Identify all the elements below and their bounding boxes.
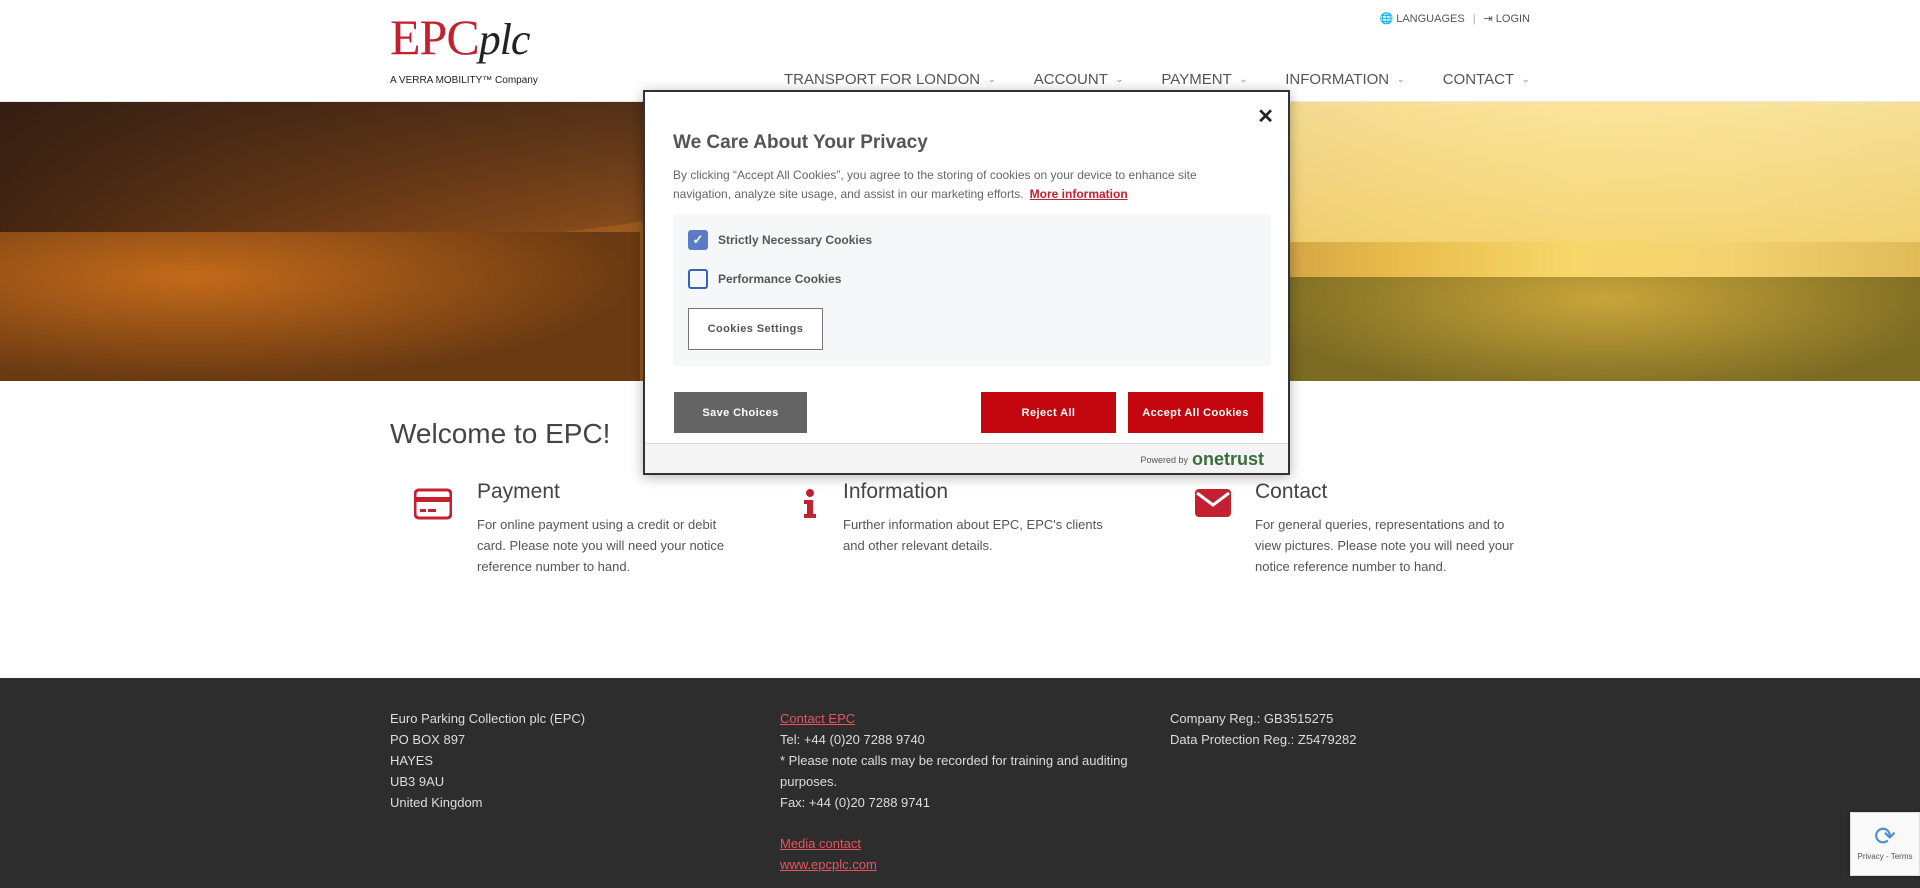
nav-account[interactable]: ACCOUNT ⌄ <box>1034 71 1124 88</box>
powered-by-text: Powered by <box>1140 454 1188 465</box>
address-line: Euro Parking Collection plc (EPC) <box>390 711 586 726</box>
hero-shrubs-left <box>0 232 640 381</box>
chevron-down-icon: ⌄ <box>1522 74 1530 84</box>
chevron-down-icon: ⌄ <box>1115 74 1124 84</box>
address-line: UB3 9AU <box>390 774 445 789</box>
envelope-icon <box>1194 488 1234 524</box>
info-icon <box>800 488 840 524</box>
pref-label: Performance Cookies <box>718 272 842 286</box>
cookies-settings-button[interactable]: Cookies Settings <box>688 308 823 350</box>
save-choices-button[interactable]: Save Choices <box>674 392 807 433</box>
feature-title[interactable]: Payment <box>477 480 560 504</box>
feature-title[interactable]: Information <box>843 480 948 504</box>
reject-all-button[interactable]: Reject All <box>981 392 1116 433</box>
languages-label: LANGUAGES <box>1396 13 1465 25</box>
nav-information[interactable]: INFORMATION ⌄ <box>1285 71 1404 88</box>
nav-label: INFORMATION <box>1285 71 1390 88</box>
logo-subtitle: A VERRA MOBILITY™ Company <box>390 75 538 86</box>
powered-by-bar: Powered by onetrust <box>645 443 1288 473</box>
nav-label: TRANSPORT FOR LONDON <box>784 71 981 88</box>
address-line: HAYES <box>390 753 434 768</box>
contact-epc-link[interactable]: Contact EPC <box>780 711 855 726</box>
pref-performance[interactable]: Performance Cookies <box>688 269 841 289</box>
modal-title: We Care About Your Privacy <box>673 132 928 153</box>
checkbox-unchecked[interactable] <box>688 269 708 289</box>
nav-payment[interactable]: PAYMENT ⌄ <box>1161 71 1247 88</box>
languages-link[interactable]: 🌐 LANGUAGES <box>1380 12 1465 25</box>
epc-logo[interactable]: EPCplc A VERRA MOBILITY™ Company <box>390 12 560 86</box>
more-information-link[interactable]: More information <box>1030 187 1128 201</box>
website-link[interactable]: www.epcplc.com <box>780 857 877 872</box>
address-line: United Kingdom <box>390 795 483 810</box>
site-footer: Euro Parking Collection plc (EPC) PO BOX… <box>0 678 1920 888</box>
nav-contact[interactable]: CONTACT ⌄ <box>1443 71 1530 88</box>
nav-label: ACCOUNT <box>1033 71 1108 88</box>
credit-card-icon <box>413 488 454 524</box>
hero-shrubs-right <box>1290 277 1920 381</box>
hero-sky <box>1200 102 1920 242</box>
checkbox-checked[interactable]: ✓ <box>688 230 708 250</box>
login-label: LOGIN <box>1495 13 1530 25</box>
tel-text: Tel: +44 (0)20 7288 9740 <box>780 732 925 747</box>
pref-strictly-necessary[interactable]: ✓ Strictly Necessary Cookies <box>688 230 872 250</box>
footer-registration: Company Reg.: GB3515275 Data Protection … <box>1170 708 1356 750</box>
separator: | <box>1472 12 1476 25</box>
recaptcha-text[interactable]: Privacy - Terms <box>1851 852 1919 861</box>
globe-icon: 🌐 <box>1379 13 1394 25</box>
nav-label: PAYMENT <box>1161 71 1232 88</box>
pref-label: Strictly Necessary Cookies <box>718 233 873 247</box>
sign-in-icon: ⇥ <box>1483 13 1493 25</box>
data-protection-reg: Data Protection Reg.: Z5479282 <box>1170 732 1357 747</box>
footer-address: Euro Parking Collection plc (EPC) PO BOX… <box>390 708 585 813</box>
chevron-down-icon: ⌄ <box>1397 74 1405 84</box>
feature-title[interactable]: Contact <box>1255 480 1327 504</box>
chevron-down-icon: ⌄ <box>1239 74 1248 84</box>
feature-text: Further information about EPC, EPC's cli… <box>843 517 1103 553</box>
close-icon[interactable]: ✕ <box>1257 104 1274 129</box>
recaptcha-badge[interactable]: ⟳ Privacy - Terms <box>1850 812 1920 876</box>
logo-main-text: EPC <box>390 9 480 65</box>
cookie-preferences: ✓ Strictly Necessary Cookies Performance… <box>673 214 1271 366</box>
main-nav: TRANSPORT FOR LONDON ⌄ ACCOUNT ⌄ PAYMENT ⌄ … <box>784 71 1568 88</box>
nav-transport-for-london[interactable]: TRANSPORT FOR LONDON ⌄ <box>784 71 996 88</box>
powered-by[interactable]: Powered by onetrust <box>1140 449 1264 470</box>
media-contact-link[interactable]: Media contact <box>780 836 861 851</box>
top-links: 🌐 LANGUAGES | ⇥ LOGIN <box>1380 12 1530 26</box>
accept-all-cookies-button[interactable]: Accept All Cookies <box>1128 392 1263 433</box>
recording-note: * Please note calls may be recorded for … <box>780 753 1128 789</box>
site-header: EPCplc A VERRA MOBILITY™ Company 🌐 LANGUA… <box>0 0 1920 102</box>
chevron-down-icon: ⌄ <box>988 74 996 84</box>
welcome-heading: Welcome to EPC! <box>390 418 611 449</box>
feature-text: For general queries, representations and… <box>1255 517 1514 574</box>
nav-label: CONTACT <box>1442 71 1515 88</box>
feature-text: For online payment using a credit or deb… <box>477 517 725 574</box>
modal-description: By clicking “Accept All Cookies”, you ag… <box>673 166 1243 204</box>
login-link[interactable]: ⇥ LOGIN <box>1484 12 1530 25</box>
logo-plc-text: plc <box>478 15 531 64</box>
privacy-modal: ✕ We Care About Your Privacy By clicking… <box>643 90 1290 475</box>
footer-contact: Contact EPC Tel: +44 (0)20 7288 9740 * P… <box>780 708 1140 875</box>
fax-text: Fax: +44 (0)20 7288 9741 <box>780 795 930 810</box>
onetrust-logo: onetrust <box>1192 449 1264 469</box>
address-line: PO BOX 897 <box>390 732 466 747</box>
company-reg: Company Reg.: GB3515275 <box>1170 711 1334 726</box>
recaptcha-icon: ⟳ <box>1874 821 1896 851</box>
